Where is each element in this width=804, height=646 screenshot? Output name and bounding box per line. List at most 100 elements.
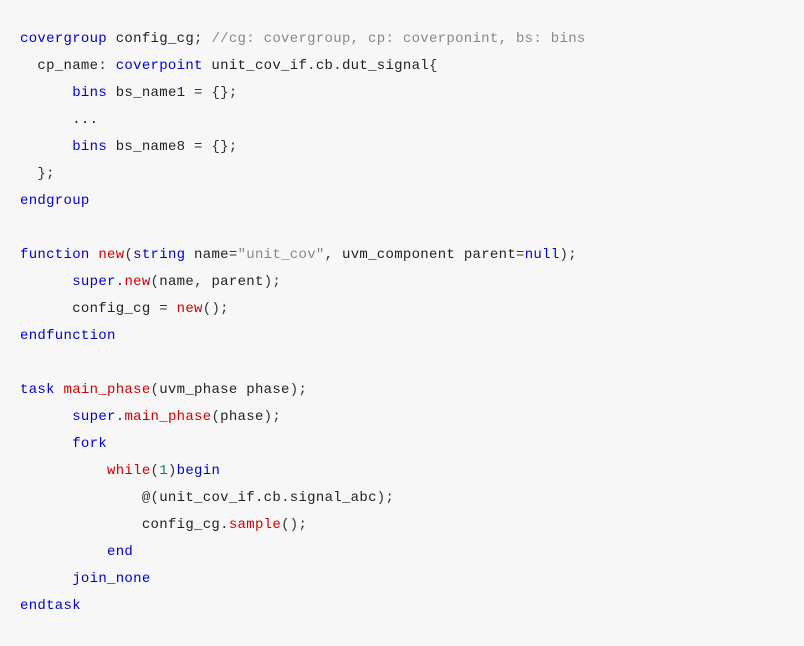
code-token: . (255, 490, 264, 506)
code-token: . (220, 517, 229, 533)
code-line: }; (20, 161, 784, 188)
code-token: new (98, 247, 124, 263)
code-token: config_cg (20, 517, 220, 533)
code-token: : (98, 58, 115, 74)
code-line: covergroup config_cg; //cg: covergroup, … (20, 26, 784, 53)
code-token (20, 274, 72, 290)
code-token: ( (151, 382, 160, 398)
code-token: ); (290, 382, 307, 398)
code-token: ( (124, 247, 133, 263)
code-token: covergroup (20, 31, 107, 47)
code-token (20, 571, 72, 587)
code-token: phase (220, 409, 264, 425)
code-token: ; (194, 31, 211, 47)
code-token: { (429, 58, 438, 74)
code-line: join_none (20, 566, 784, 593)
code-token: cp_name (20, 58, 98, 74)
code-token: sample (229, 517, 281, 533)
code-token: bins (72, 85, 107, 101)
code-token: = (516, 247, 525, 263)
code-token: ... (20, 112, 98, 128)
code-token: endfunction (20, 328, 116, 344)
code-line: super.new(name, parent); (20, 269, 784, 296)
code-token: = (229, 247, 238, 263)
code-token: end (107, 544, 133, 560)
code-token: begin (177, 463, 221, 479)
code-token: ); (560, 247, 577, 263)
code-token: bs_name8 (107, 139, 194, 155)
code-line (20, 350, 784, 377)
code-token: bins (72, 139, 107, 155)
code-token: = (159, 301, 176, 317)
code-token: "unit_cov" (238, 247, 325, 263)
code-line (20, 215, 784, 242)
code-token: config_cg (20, 301, 159, 317)
code-token: coverpoint (116, 58, 203, 74)
code-token (20, 544, 107, 560)
code-line: endtask (20, 593, 784, 620)
code-token: ); (264, 274, 281, 290)
code-token: 1 (159, 463, 168, 479)
code-line: cp_name: coverpoint unit_cov_if.cb.dut_s… (20, 53, 784, 80)
code-token: while (107, 463, 151, 479)
code-token: uvm_phase phase (159, 382, 290, 398)
code-token (20, 139, 72, 155)
code-token (20, 490, 142, 506)
code-token: task (20, 382, 55, 398)
code-line: ... (20, 107, 784, 134)
code-token: config_cg (107, 31, 194, 47)
code-token: dut_signal (342, 58, 429, 74)
code-token: ( (211, 409, 220, 425)
code-token: cb (316, 58, 333, 74)
code-line: function new(string name="unit_cov", uvm… (20, 242, 784, 269)
code-token: name (185, 247, 229, 263)
code-token: fork (72, 436, 107, 452)
code-token: signal_abc (290, 490, 377, 506)
code-line: bins bs_name1 = {}; (20, 80, 784, 107)
code-token (20, 436, 72, 452)
code-block: covergroup config_cg; //cg: covergroup, … (20, 26, 784, 620)
code-line: while(1)begin (20, 458, 784, 485)
code-token (20, 409, 72, 425)
code-token: super (72, 409, 116, 425)
code-token: null (525, 247, 560, 263)
code-token: ( (151, 274, 160, 290)
code-token: ); (377, 490, 394, 506)
code-token: . (333, 58, 342, 74)
code-token: name (159, 274, 194, 290)
code-token (20, 463, 107, 479)
code-token: new (177, 301, 203, 317)
code-token (55, 382, 64, 398)
code-token: parent (211, 274, 263, 290)
code-line: config_cg = new(); (20, 296, 784, 323)
code-token: , (325, 247, 342, 263)
code-token: join_none (72, 571, 150, 587)
code-line: end (20, 539, 784, 566)
code-token: , (194, 274, 211, 290)
code-line: config_cg.sample(); (20, 512, 784, 539)
code-token (20, 85, 72, 101)
code-token: = {}; (194, 85, 238, 101)
code-token: bs_name1 (107, 85, 194, 101)
code-line: fork (20, 431, 784, 458)
code-token: //cg: covergroup, cp: coverponint, bs: b… (211, 31, 585, 47)
code-line: task main_phase(uvm_phase phase); (20, 377, 784, 404)
code-token: ) (168, 463, 177, 479)
code-token: . (307, 58, 316, 74)
code-token: . (281, 490, 290, 506)
code-line: endgroup (20, 188, 784, 215)
code-token: uvm_component parent (342, 247, 516, 263)
code-token: (); (203, 301, 229, 317)
code-token: endgroup (20, 193, 90, 209)
code-token: cb (264, 490, 281, 506)
code-token: main_phase (64, 382, 151, 398)
code-line: endfunction (20, 323, 784, 350)
code-token: = {}; (194, 139, 238, 155)
code-token: string (133, 247, 185, 263)
code-line: @(unit_cov_if.cb.signal_abc); (20, 485, 784, 512)
code-token: (); (281, 517, 307, 533)
code-token: function (20, 247, 90, 263)
code-token: @( (142, 490, 159, 506)
code-token: endtask (20, 598, 81, 614)
code-line: bins bs_name8 = {}; (20, 134, 784, 161)
